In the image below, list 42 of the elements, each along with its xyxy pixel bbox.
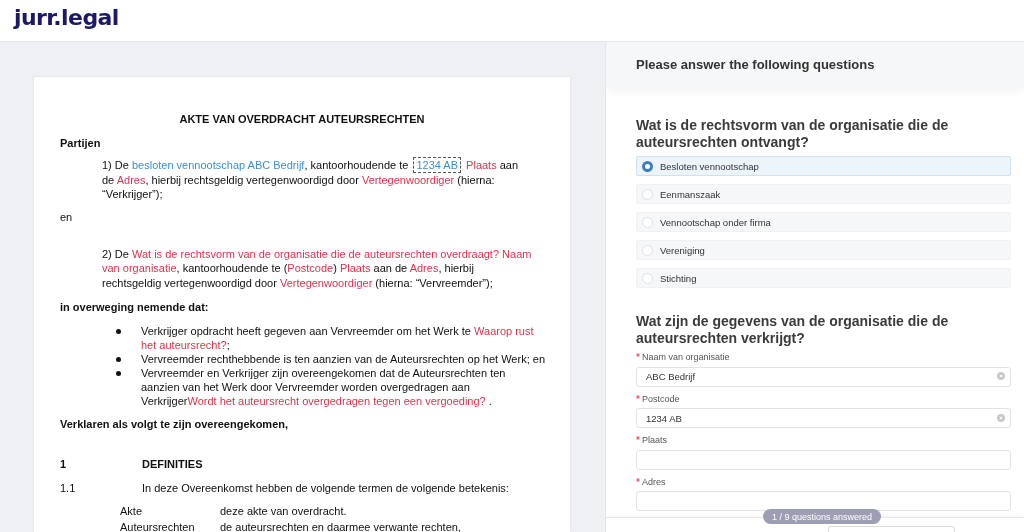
- clause-text: In deze Overeenkomst hebben de volgende termen de volgende betekenis:: [142, 481, 510, 495]
- definition-term: Akte: [120, 504, 143, 518]
- progress-badge: 1 / 9 questions answered: [763, 509, 881, 524]
- text-field[interactable]: 1234 AB: [636, 408, 1011, 428]
- connector-text: en: [60, 209, 74, 224]
- field-label: Adres: [642, 475, 666, 488]
- question-title: Wat zijn de gegevens van de organisatie die de auteursrechten verkrijgt?: [636, 313, 950, 347]
- section-heading: Verklaren als volgt te zijn overeengekomen,: [60, 417, 290, 431]
- radio-button[interactable]: [642, 160, 653, 172]
- answer-option[interactable]: Stichting: [636, 268, 1011, 288]
- clear-icon[interactable]: [997, 413, 1005, 422]
- section-number: 1: [60, 457, 68, 471]
- field-label: Plaats: [642, 434, 667, 446]
- text-field[interactable]: [636, 491, 1011, 511]
- bullet-text: Verkrijger opdracht heeft gegeven aan Vervreemder om het Werk te Waarop rust het auteursrecht?;: [141, 324, 535, 352]
- definition-text: de auteursrechten en daarmee verwante rechten,: [220, 520, 462, 532]
- bullet-text: Vervreemder rechthebbende is ten aanzien van de Auteursrechten op het Werk; en: [141, 352, 546, 366]
- bullet-text: Vervreemder en Verkrijger zijn overeengekomen dat de Auteursrechten ten aanzien van het Werk door Vervreemder worden overgedragen aan VerkrijgerWordt het auteursrecht overgedragen tegen een vergoeding? .: [141, 366, 507, 408]
- contract-paragraph: 1) De besloten vennootschap ABC Bedrijf, kantoorhoudende te 1234 AB Plaats aan de Adres, hierbij rechtsgeldig vertegenwoordigd door Vertegenwoordiger (hierna: “Verkrijger”);: [102, 158, 520, 202]
- section-heading: in overweging nemende dat:: [60, 300, 210, 314]
- clause-number: 1.1: [60, 481, 77, 495]
- answer-option[interactable]: Besloten vennootschap: [636, 156, 1011, 176]
- document-title: AKTE VAN OVERDRACHT AUTEURSRECHTEN: [178, 112, 426, 126]
- answer-option[interactable]: Vennootschap onder firma: [636, 212, 1011, 232]
- contract-paragraph: 2) De Wat is de rechtsvorm van de organisatie die de auteursrechten overdraagt? Naam van organisatie, kantoorhoudende te (Postcode) Plaats aan de Adres, hierbij rechtsgeldig vertegenwoordigd door Vertegenwoordiger (hierna: “Vervreemder”);: [102, 246, 532, 290]
- field-label: Naam van organisatie: [642, 351, 730, 363]
- section-title: DEFINITIES: [142, 457, 204, 471]
- logo[interactable]: jurr.legal: [14, 5, 119, 31]
- answer-option[interactable]: Vereniging: [636, 240, 1011, 260]
- bullet-icon: [116, 357, 121, 362]
- answer-option[interactable]: Eenmanszaak: [636, 184, 1011, 204]
- section-heading: Partijen: [60, 136, 102, 150]
- text-field[interactable]: [636, 449, 1011, 470]
- bullet-icon: [116, 329, 121, 334]
- question-title: Wat is de rechtsvorm van de organisatie die de auteursrechten ontvangt?: [636, 117, 950, 151]
- clear-icon[interactable]: [997, 372, 1005, 380]
- panel-title: Please answer the following questions: [636, 57, 875, 72]
- definition-term: Auteursrechten: [120, 520, 196, 532]
- bullet-icon: [116, 371, 121, 376]
- definition-text: deze akte van overdracht.: [220, 504, 348, 518]
- text-field[interactable]: ABC Bedrijf: [636, 366, 1011, 387]
- field-label: Postcode: [642, 392, 680, 405]
